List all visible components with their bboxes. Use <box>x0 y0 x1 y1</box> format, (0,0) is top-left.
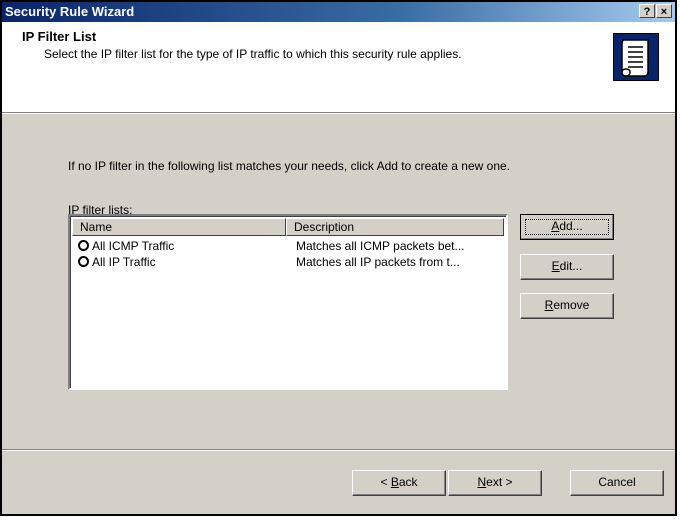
help-icon: ? <box>643 6 651 18</box>
cancel-button[interactable]: Cancel <box>570 470 664 496</box>
filter-description: Matches all ICMP packets bet... <box>296 239 465 253</box>
close-button[interactable]: × <box>656 4 672 18</box>
help-button[interactable]: ? <box>639 4 655 18</box>
edit-button[interactable]: Edit... <box>520 254 614 280</box>
remove-mnemonic: R <box>544 298 554 312</box>
filter-name: All IP Traffic <box>92 255 156 269</box>
filter-name: All ICMP Traffic <box>92 239 175 253</box>
back-label: ack <box>398 475 418 489</box>
back-prefix: < <box>380 475 391 489</box>
filter-description: Matches all IP packets from t... <box>296 255 460 269</box>
close-icon: × <box>660 6 668 18</box>
column-header-description[interactable]: Description <box>286 218 504 236</box>
remove-label: emove <box>553 298 590 312</box>
add-label: dd... <box>559 219 583 233</box>
next-mnemonic: N <box>477 475 487 489</box>
radio-button[interactable] <box>78 256 89 267</box>
edit-label: dit... <box>559 259 583 273</box>
security-rule-wizard-window: Security Rule Wizard ? × IP Filter List … <box>0 0 677 516</box>
title-bar[interactable]: Security Rule Wizard ? × <box>2 2 675 22</box>
next-button[interactable]: Next > <box>448 470 542 496</box>
page-title: IP Filter List <box>22 29 97 44</box>
scroll-icon <box>613 33 659 81</box>
back-button[interactable]: < Back <box>352 470 446 496</box>
edit-mnemonic: E <box>551 259 560 273</box>
page-subtitle: Select the IP filter list for the type o… <box>44 47 462 61</box>
intro-text: If no IP filter in the following list ma… <box>68 159 511 173</box>
list-item[interactable]: All ICMP Traffic Matches all ICMP packet… <box>74 238 504 254</box>
column-header-name[interactable]: Name <box>72 218 286 236</box>
back-mnemonic: B <box>390 475 399 489</box>
list-item[interactable]: All IP Traffic Matches all IP packets fr… <box>74 254 504 270</box>
next-label: ext > <box>486 475 513 489</box>
remove-button[interactable]: Remove <box>520 293 614 319</box>
cancel-label: Cancel <box>598 475 636 489</box>
footer-separator <box>2 449 675 451</box>
wizard-header: IP Filter List Select the IP filter list… <box>2 22 675 114</box>
ip-filter-listview[interactable]: Name Description All ICMP Traffic Matche… <box>68 214 508 390</box>
window-title: Security Rule Wizard <box>5 4 135 19</box>
add-button[interactable]: Add... <box>520 214 614 240</box>
radio-button[interactable] <box>78 240 89 251</box>
